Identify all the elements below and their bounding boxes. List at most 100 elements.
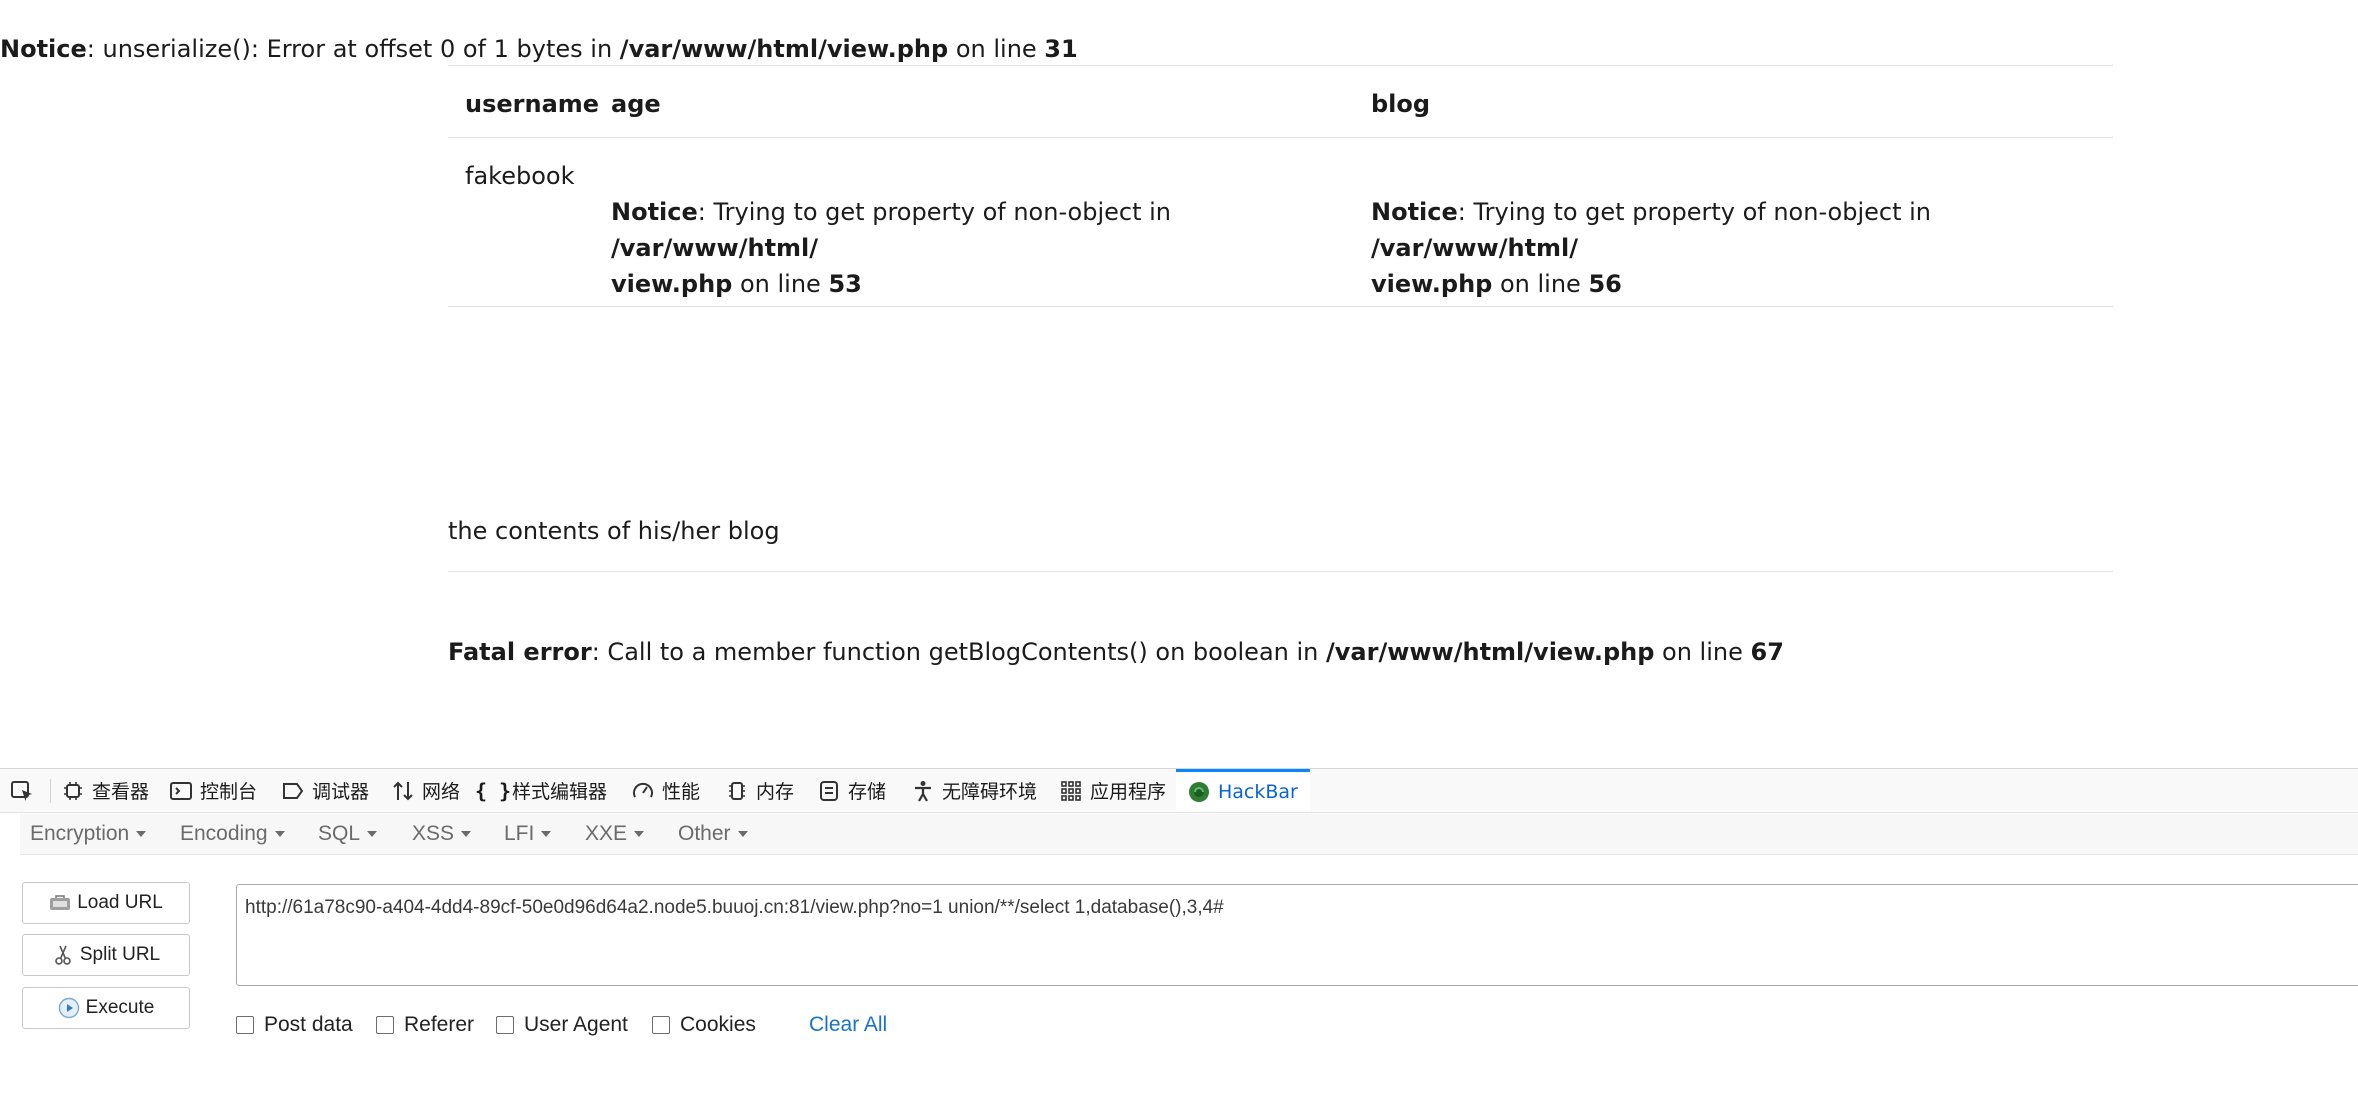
tab-console[interactable]: 控制台 (170, 769, 257, 812)
cell-username: fakebook (465, 162, 575, 190)
tab-label: 无障碍环境 (942, 781, 1038, 803)
user-agent-checkbox[interactable]: User Agent (496, 1013, 628, 1037)
tab-label: 内存 (756, 781, 795, 803)
referer-checkbox[interactable]: Referer (376, 1013, 474, 1037)
network-icon (392, 780, 414, 802)
notice-file: /var/www/html/ (611, 234, 819, 262)
fatal-file: /var/www/html/view.php (1326, 638, 1655, 666)
page-content: Notice: unserialize(): Error at offset 0… (0, 0, 2358, 768)
inspector-icon (62, 780, 84, 802)
menu-label: XSS (412, 822, 455, 845)
menu-encoding[interactable]: Encoding (180, 822, 285, 846)
tab-style-editor[interactable]: { } 样式编辑器 (474, 769, 608, 812)
menu-sql[interactable]: SQL (318, 822, 378, 846)
tab-storage[interactable]: 存储 (818, 769, 886, 812)
menu-xxe[interactable]: XXE (585, 822, 645, 846)
fatal-text: : Call to a member function getBlogConte… (591, 638, 1326, 666)
table-top-border (448, 65, 2113, 66)
menu-label: SQL (318, 822, 361, 845)
tab-inspector[interactable]: 查看器 (62, 769, 149, 812)
storage-icon (818, 780, 840, 802)
table-bottom-border (448, 306, 2113, 307)
element-picker-icon[interactable] (8, 777, 36, 805)
tab-label: 存储 (848, 781, 887, 803)
button-label: Execute (85, 997, 155, 1018)
caret-down-icon (136, 831, 147, 838)
accessibility-icon (912, 780, 934, 802)
cookies-checkbox[interactable]: Cookies (652, 1013, 756, 1037)
caret-down-icon (737, 831, 748, 838)
console-icon (170, 780, 192, 802)
button-label: Load URL (77, 892, 163, 913)
notice-text: : Trying to get property of non-object i… (697, 198, 1172, 226)
notice-text: : Trying to get property of non-object i… (1457, 198, 1932, 226)
url-input[interactable]: http://61a78c90-a404-4dd4-89cf-50e0d96d6… (236, 884, 2358, 986)
load-url-icon (49, 892, 71, 914)
fatal-error: Fatal error: Call to a member function g… (448, 634, 1784, 670)
tab-label: 控制台 (200, 781, 258, 803)
application-grid-icon (1060, 780, 1082, 802)
blog-divider (448, 571, 2113, 572)
tab-label: 样式编辑器 (512, 781, 608, 803)
fatal-line: 67 (1750, 638, 1784, 666)
checkbox-label: Post data (264, 1013, 353, 1036)
menu-other[interactable]: Other (678, 822, 748, 846)
tab-label: 应用程序 (1090, 781, 1167, 803)
notice-text: : unserialize(): Error at offset 0 of 1 … (86, 35, 620, 63)
execute-button[interactable]: Execute (22, 987, 190, 1029)
checkbox-label: User Agent (524, 1013, 628, 1036)
column-header-blog: blog (1371, 90, 1431, 118)
tab-label: 查看器 (92, 781, 150, 803)
menu-encryption[interactable]: Encryption (30, 822, 147, 846)
tab-accessibility[interactable]: 无障碍环境 (912, 769, 1037, 812)
clear-all-link[interactable]: Clear All (809, 1013, 887, 1037)
notice-line: 31 (1044, 35, 1078, 63)
checkbox-box[interactable] (652, 1016, 670, 1034)
tab-hackbar[interactable]: HackBar (1176, 769, 1310, 812)
tab-performance[interactable]: 性能 (632, 769, 700, 812)
notice-text: on line (1492, 270, 1589, 298)
checkbox-box[interactable] (376, 1016, 394, 1034)
menu-xss[interactable]: XSS (412, 822, 472, 846)
menu-label: Encoding (180, 822, 268, 845)
notice-file: /var/www/html/view.php (619, 35, 949, 63)
checkbox-label: Referer (404, 1013, 475, 1036)
menu-label: XXE (585, 822, 628, 845)
notice-file: /var/www/html/ (1371, 234, 1579, 262)
caret-down-icon (461, 831, 472, 838)
notice-text: on line (948, 35, 1045, 63)
devtools-panel: 查看器 控制台 调试器 网络 { } 样式编辑器 性能 内存 存储 无障碍环境 … (0, 768, 2358, 1101)
play-icon (58, 997, 80, 1019)
tab-application[interactable]: 应用程序 (1060, 769, 1166, 812)
cell-age-notice: Notice: Trying to get property of non-ob… (611, 194, 1311, 302)
button-label: Split URL (79, 944, 161, 965)
split-url-button[interactable]: Split URL (22, 934, 190, 976)
tab-memory[interactable]: 内存 (726, 769, 794, 812)
tab-label: 调试器 (312, 781, 370, 803)
column-header-username: username (465, 90, 600, 118)
column-header-age: age (611, 90, 661, 118)
load-url-button[interactable]: Load URL (22, 882, 190, 924)
tab-debugger[interactable]: 调试器 (282, 769, 369, 812)
notice-label: Notice (611, 198, 698, 226)
memory-icon (726, 780, 748, 802)
style-editor-icon: { } (474, 778, 512, 803)
checkbox-box[interactable] (496, 1016, 514, 1034)
notice-text: on line (732, 270, 829, 298)
debugger-icon (282, 780, 304, 802)
checkbox-box[interactable] (236, 1016, 254, 1034)
checkbox-label: Cookies (680, 1013, 756, 1036)
caret-down-icon (274, 831, 285, 838)
menu-lfi[interactable]: LFI (504, 822, 552, 846)
tab-label: HackBar (1218, 781, 1298, 803)
toolbar-separator (50, 779, 51, 803)
notice-line: 53 (828, 270, 862, 298)
notice-line: 56 (1588, 270, 1622, 298)
notice-file: view.php (1371, 270, 1493, 298)
menu-label: LFI (504, 822, 535, 845)
post-data-checkbox[interactable]: Post data (236, 1013, 353, 1037)
hackbar-icon (1188, 781, 1210, 803)
notice-label: Notice (0, 35, 87, 63)
tab-label: 性能 (662, 781, 701, 803)
tab-network[interactable]: 网络 (392, 769, 460, 812)
